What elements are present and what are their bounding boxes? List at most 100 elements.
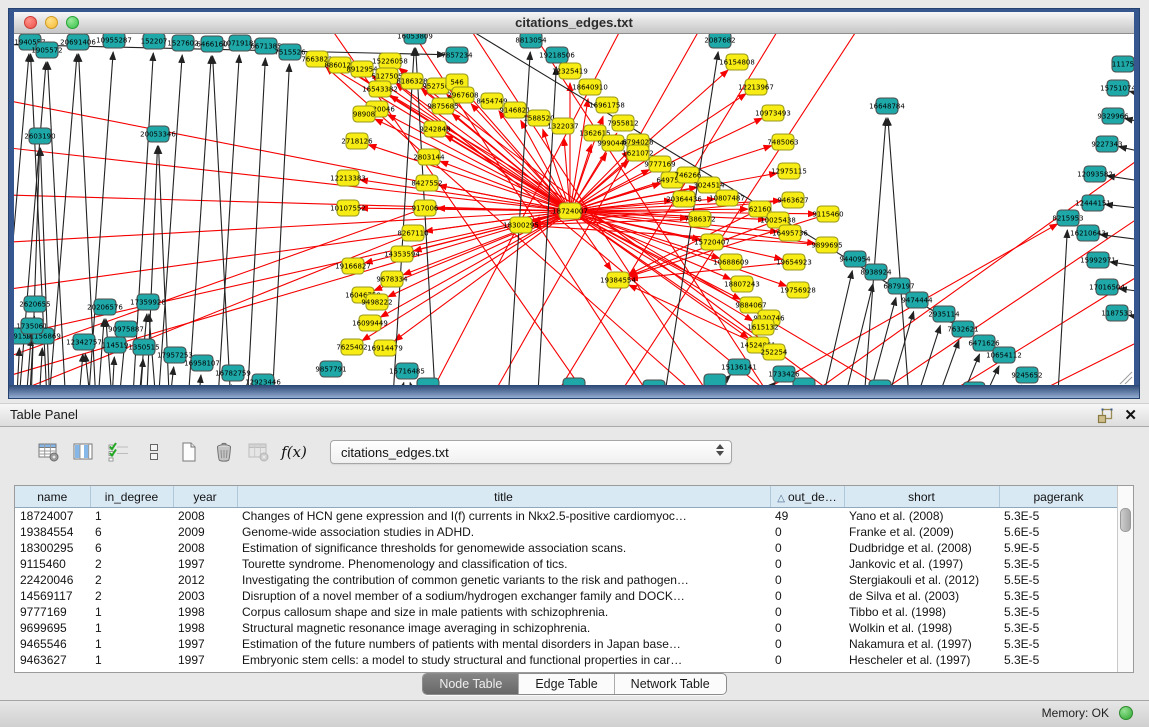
graph-node[interactable]: 917006 (412, 200, 439, 216)
graph-node[interactable]: 98908 (353, 106, 375, 122)
table-cell[interactable]: 22420046 (15, 572, 90, 588)
graph-edge[interactable] (1054, 230, 1067, 386)
delete-table-icon[interactable] (246, 439, 272, 465)
graph-node[interactable]: 9463627 (777, 192, 808, 208)
graph-node[interactable]: 1350515 (128, 339, 159, 355)
close-panel-icon[interactable]: ✕ (1124, 405, 1137, 427)
table-scrollbar[interactable] (1117, 486, 1133, 672)
table-cell[interactable]: 5.6E-5 (999, 524, 1118, 540)
table-cell[interactable]: 5.3E-5 (999, 620, 1118, 636)
graph-node[interactable]: 17016504 (1089, 279, 1125, 295)
graph-edge[interactable] (14, 211, 570, 244)
graph-node[interactable]: 2087682 (704, 34, 735, 48)
graph-node[interactable]: 18640910 (572, 79, 608, 95)
table-cell[interactable]: Wolkin et al. (1998) (844, 620, 999, 636)
graph-node[interactable]: 11175 (1112, 56, 1134, 72)
graph-node[interactable]: 15136141 (721, 359, 757, 375)
graph-node[interactable]: 1322037 (547, 118, 578, 134)
graph-node[interactable]: 114519 (102, 337, 129, 353)
table-cell[interactable]: 5.9E-5 (999, 540, 1118, 556)
table-cell[interactable]: 49 (770, 508, 844, 525)
graph-edge[interactable] (854, 298, 896, 386)
table-row[interactable]: 2242004622012Investigating the contribut… (15, 572, 1118, 588)
graph-node[interactable]: 12213383 (330, 170, 366, 186)
table-cell[interactable]: 19384554 (15, 524, 90, 540)
graph-edge[interactable] (939, 354, 979, 386)
table-cell[interactable]: 1 (90, 508, 173, 525)
table-cell[interactable]: 2 (90, 572, 173, 588)
table-row[interactable]: 1830029562008Estimation of significance … (15, 540, 1118, 556)
graph-edge[interactable] (74, 354, 83, 386)
table-cell[interactable]: Franke et al. (2009) (844, 524, 999, 540)
table-cell[interactable]: 0 (770, 588, 844, 604)
column-header-title[interactable]: title (237, 486, 770, 508)
graph-node[interactable]: 19218506 (539, 47, 575, 63)
graph-edge[interactable] (14, 194, 570, 211)
table-cell[interactable]: 0 (770, 620, 844, 636)
column-visibility-icon[interactable] (71, 439, 97, 465)
graph-node[interactable]: 14353594 (384, 246, 420, 262)
graph-node[interactable]: 9242848 (419, 121, 450, 137)
table-row[interactable]: 1456911722003Disruption of a novel membe… (15, 588, 1118, 604)
graph-node[interactable]: 20691406 (60, 34, 96, 50)
table-cell[interactable]: Tibbo et al. (1998) (844, 604, 999, 620)
table-cell[interactable]: 5.3E-5 (999, 556, 1118, 572)
graph-edge[interactable] (888, 118, 914, 386)
table-cell[interactable]: 0 (770, 524, 844, 540)
float-panel-icon[interactable] (1097, 408, 1113, 424)
tab-node-table[interactable]: Node Table (423, 674, 518, 694)
graph-node[interactable]: 2718126 (341, 133, 373, 149)
graph-edge[interactable] (213, 56, 234, 386)
graph-node[interactable]: 15992971 (1080, 252, 1116, 268)
table-cell[interactable]: Tourette syndrome. Phenomenology and cla… (237, 556, 770, 572)
new-column-icon[interactable] (176, 439, 202, 465)
table-cell[interactable]: 2008 (173, 540, 237, 556)
graph-node[interactable]: 7955812 (607, 115, 638, 131)
graph-node[interactable]: 1615132 (747, 319, 778, 335)
table-cell[interactable]: Estimation of the future numbers of pati… (237, 636, 770, 652)
graph-node[interactable]: 9474444 (901, 292, 933, 308)
graph-edge[interactable] (244, 58, 265, 386)
table-cell[interactable]: 1997 (173, 556, 237, 572)
graph-node[interactable]: 10955287 (96, 34, 132, 48)
table-cell[interactable]: 2 (90, 588, 173, 604)
graph-node[interactable]: 9777169 (644, 156, 675, 172)
table-row[interactable]: 1872400712008Changes of HCN gene express… (15, 508, 1118, 525)
graph-node[interactable]: 16053809 (397, 34, 433, 44)
column-header-short[interactable]: short (844, 486, 999, 508)
table-cell[interactable]: Dudbridge et al. (2008) (844, 540, 999, 556)
graph-node[interactable]: 12342757 (66, 334, 102, 350)
table-cell[interactable]: 2 (90, 556, 173, 572)
table-cell[interactable]: Investigating the contribution of common… (237, 572, 770, 588)
graph-edge[interactable] (154, 55, 182, 386)
graph-edge[interactable] (445, 135, 570, 211)
graph-node[interactable]: 7485063 (767, 134, 798, 150)
table-cell[interactable]: 9777169 (15, 604, 90, 620)
selection-checklist-icon[interactable] (106, 439, 132, 465)
graph-edge[interactable] (1130, 91, 1134, 104)
graph-node[interactable]: 9245652 (1011, 367, 1042, 383)
graph-node[interactable]: 1735061 (16, 318, 47, 334)
table-cell[interactable]: 5.3E-5 (999, 652, 1118, 668)
graph-node[interactable]: 16154808 (719, 54, 755, 70)
graph-node[interactable]: 16648784 (869, 98, 905, 114)
table-cell[interactable]: 5.5E-5 (999, 572, 1118, 588)
graph-node[interactable]: 8267110 (397, 225, 428, 241)
graph-node[interactable]: 8427552 (411, 175, 442, 191)
table-cell[interactable]: 18724007 (15, 508, 90, 525)
table-row[interactable]: 946554611997Estimation of the future num… (15, 636, 1118, 652)
table-cell[interactable]: 2012 (173, 572, 237, 588)
table-cell[interactable]: 1 (90, 620, 173, 636)
graph-edge[interactable] (630, 262, 794, 279)
canvas-resize-grip[interactable] (1120, 372, 1132, 384)
graph-node[interactable]: 2935114 (928, 306, 960, 322)
graph-node[interactable]: 12093582 (1077, 166, 1113, 182)
table-cell[interactable]: Embryonic stem cells: a model to study s… (237, 652, 770, 668)
table-cell[interactable]: 1997 (173, 636, 237, 652)
table-cell[interactable]: 2009 (173, 524, 237, 540)
network-canvas[interactable]: 1940557190557220691406109552871522071527… (14, 34, 1134, 386)
table-cell[interactable]: Disruption of a novel member of a sodium… (237, 588, 770, 604)
graph-node[interactable]: 2803144 (413, 149, 445, 165)
table-cell[interactable]: 0 (770, 652, 844, 668)
table-cell[interactable]: 0 (770, 556, 844, 572)
